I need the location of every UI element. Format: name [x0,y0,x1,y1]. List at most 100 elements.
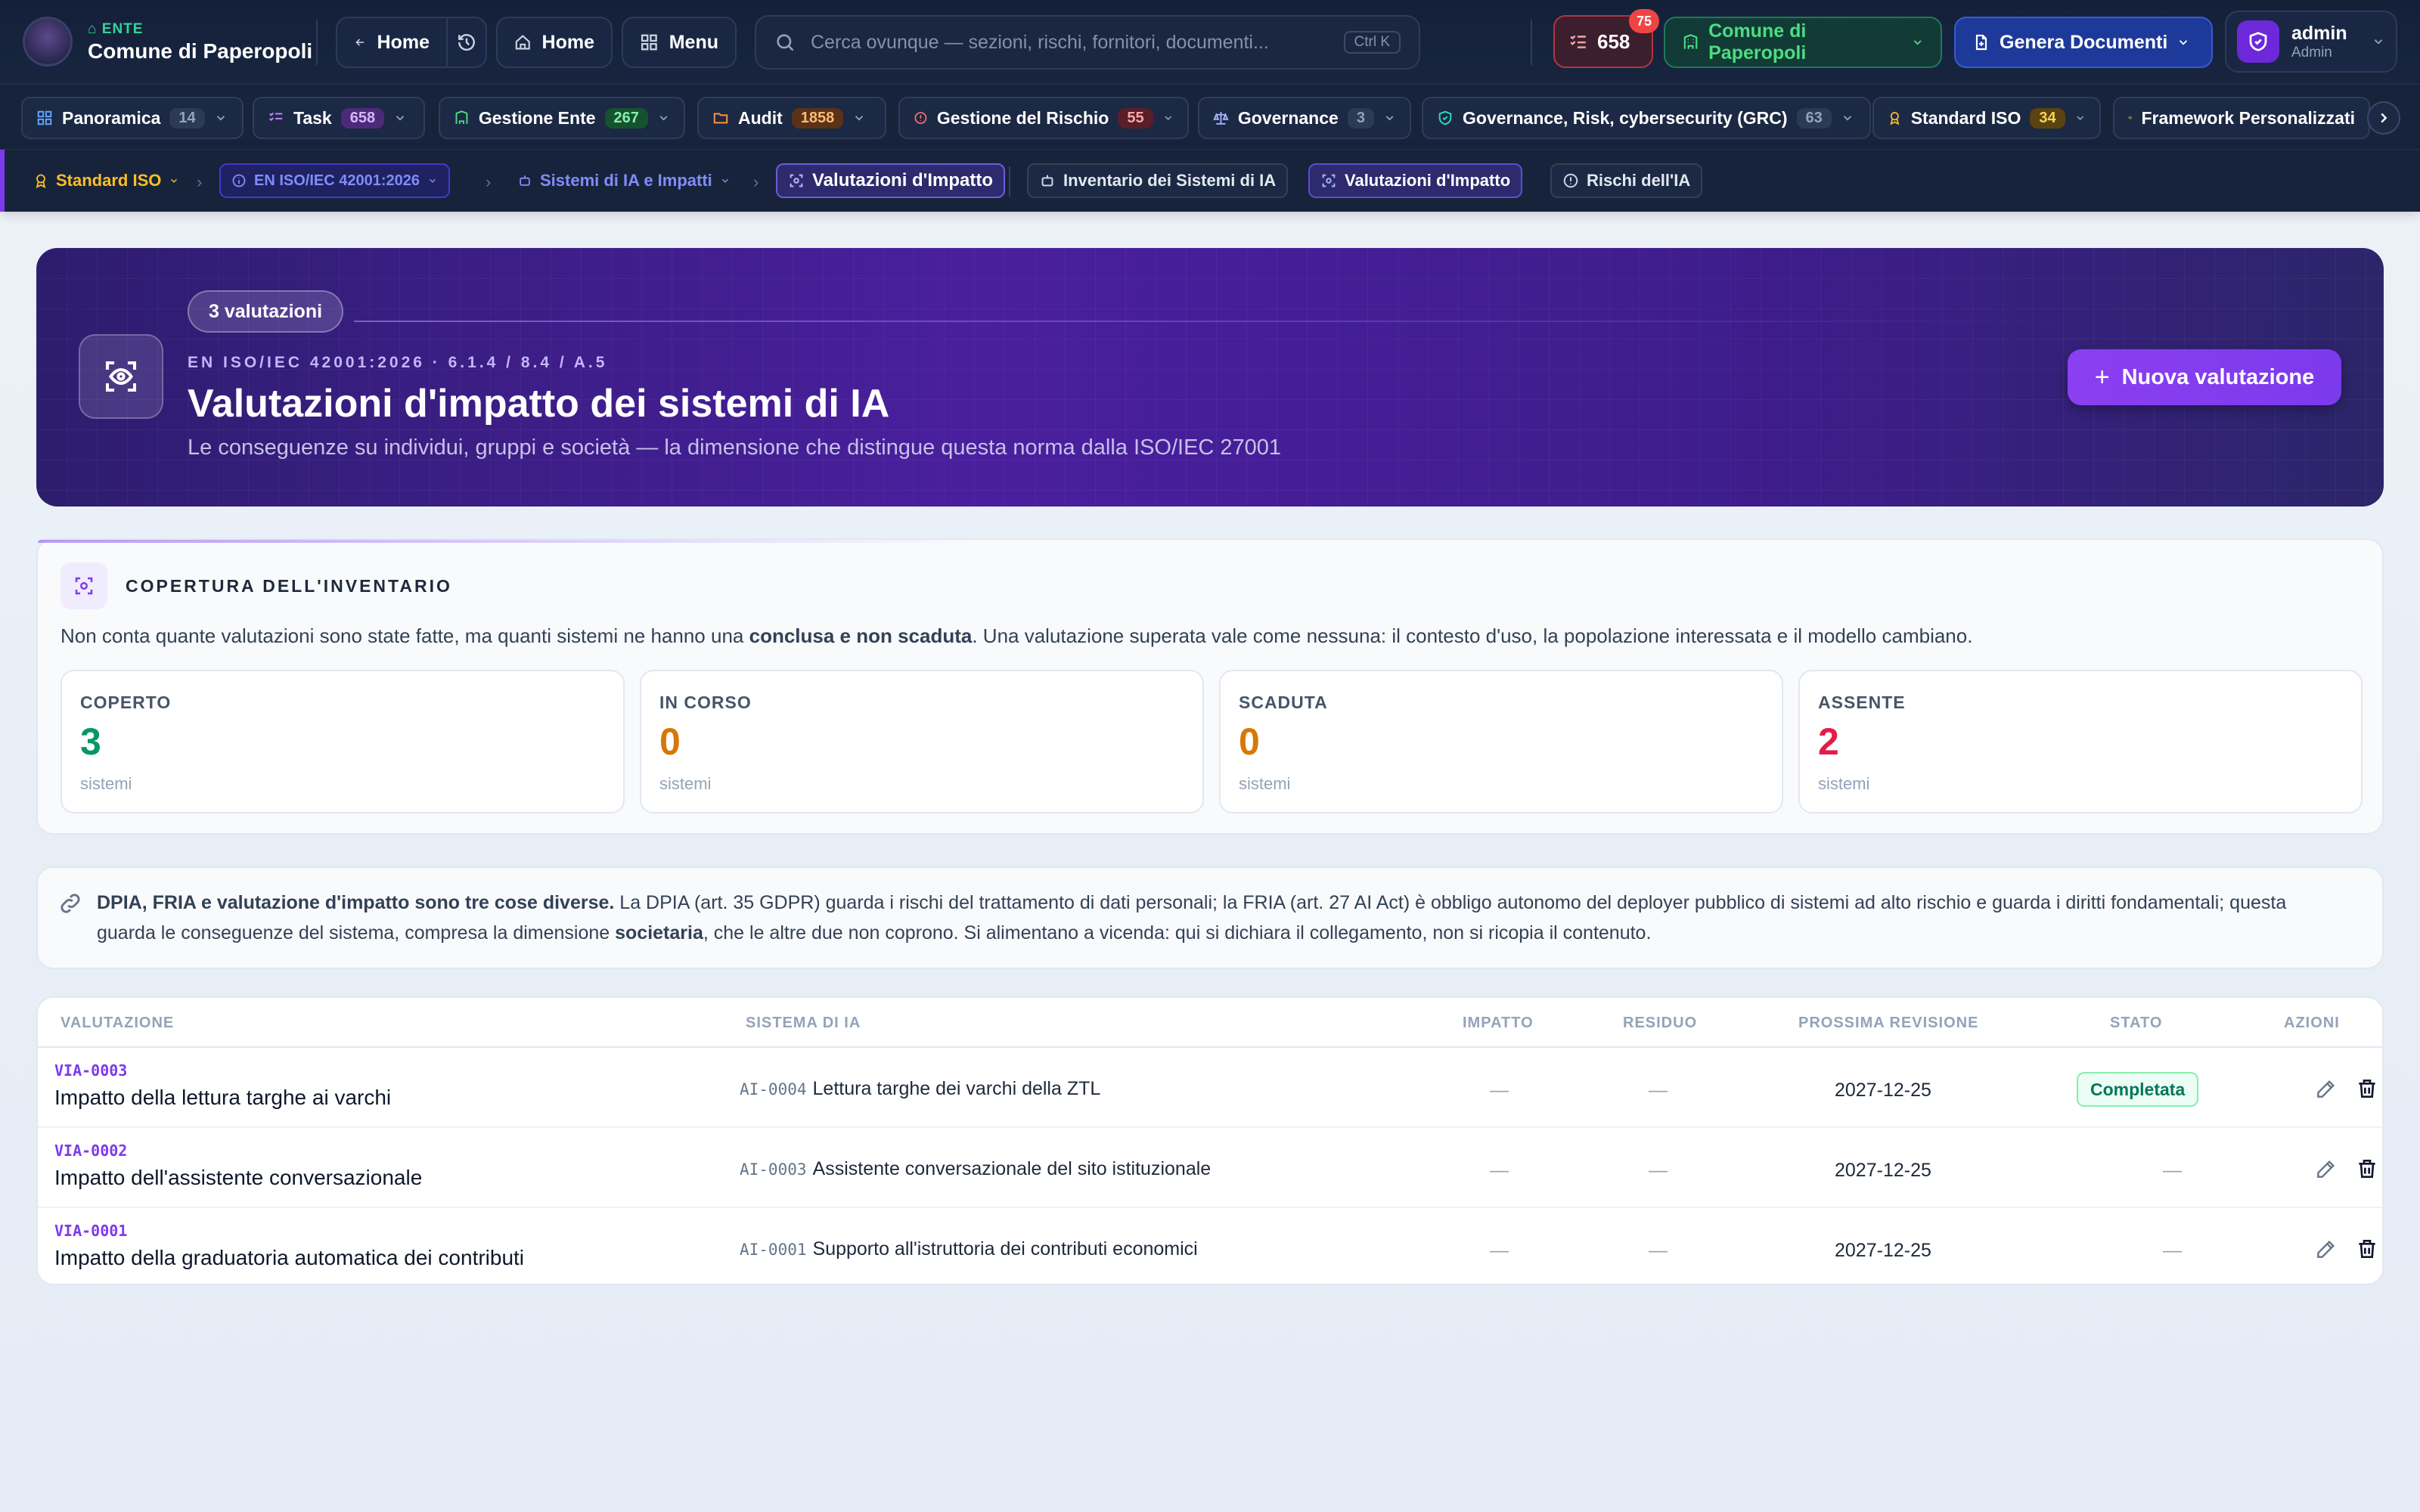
history-button[interactable] [446,17,487,68]
stat-in-corso: IN CORSO 0 sistemi [640,670,1204,813]
tabs-scroll-right-button[interactable] [2367,101,2400,135]
residual-value: — [1649,1080,1668,1101]
tab-grc[interactable]: Governance, Risk, cybersecurity (GRC) 63 [1422,97,1871,139]
chevron-down-icon [2374,39,2383,45]
chevron-down-icon [1913,40,1922,45]
stat-coperto: COPERTO 3 sistemi [60,670,625,813]
tab-gestione-rischio[interactable]: Gestione del Rischio 55 [898,97,1189,139]
assessment-id[interactable]: VIA-0003 [54,1061,127,1080]
ente-selector[interactable]: Comune di Paperopoli [1664,17,1942,68]
search-input[interactable] [811,31,1329,54]
robot-icon [520,175,530,186]
subtab-valutazioni[interactable]: Valutazioni d'Impatto [1308,163,1523,198]
breadcrumb-label: Valutazioni d'Impatto [812,170,994,191]
hero-divider [354,321,2078,322]
stat-label: COPERTO [80,692,172,712]
trash-icon[interactable] [2355,1157,2379,1181]
edit-icon[interactable] [2314,1237,2338,1261]
menu-label: Menu [669,31,718,53]
tab-panoramica[interactable]: Panoramica 14 [21,97,244,139]
tab-label: Audit [738,107,783,128]
back-home-label: Home [377,31,430,53]
stat-label: IN CORSO [659,692,752,712]
chevron-right-icon [2381,113,2387,123]
breadcrumb-sistemi-ia[interactable]: Sistemi di IA e Impatti [507,163,741,198]
tab-audit[interactable]: Audit 1858 [697,97,886,139]
breadcrumb-separator: › [753,172,759,191]
breadcrumb-label: Sistemi di IA e Impatti [540,171,712,190]
stat-value: 3 [80,720,101,763]
info-text-bold: societaria [615,922,703,943]
assessment-name[interactable]: Impatto della graduatoria automatica dei… [54,1246,524,1270]
tab-gestione-ente[interactable]: Gestione Ente 267 [439,97,685,139]
shield-check-icon [2249,32,2267,51]
eye-scan-icon [75,577,93,595]
column-header-revisione[interactable]: PROSSIMA REVISIONE [1798,1015,1978,1032]
breadcrumb-separator: › [486,172,492,191]
assessment-name[interactable]: Impatto della lettura targhe ai varchi [54,1086,391,1110]
history-icon [458,34,475,51]
tab-count: 267 [604,107,648,129]
tab-framework-personalizzati[interactable]: Framework Personalizzati [2113,97,2370,139]
tab-task[interactable]: Task 658 [253,97,425,139]
menu-button[interactable]: Menu [622,17,737,68]
home-icon [515,35,530,50]
column-header-residuo[interactable]: RESIDUO [1623,1015,1697,1032]
table-row[interactable]: VIA-0001 Impatto della graduatoria autom… [38,1208,2382,1284]
review-date: 2027-12-25 [1835,1160,1931,1181]
search-shortcut: Ctrl K [1343,31,1401,54]
column-header-azioni: AZIONI [2284,1015,2340,1031]
award-icon [36,174,46,188]
ente-label: ⌂ ENTE [88,21,143,38]
tab-label: Gestione del Rischio [936,107,1109,128]
coverage-text-bold: conclusa e non scaduta [749,624,973,647]
new-assessment-label: Nuova valutazione [2121,364,2315,389]
column-header-valutazione[interactable]: VALUTAZIONE [60,1015,174,1032]
subtab-label: Rischi dell'IA [1587,171,1691,190]
assessment-id[interactable]: VIA-0001 [54,1222,127,1240]
column-header-sistema[interactable]: SISTEMA DI IA [746,1015,861,1032]
assessment-id[interactable]: VIA-0002 [54,1142,127,1160]
alert-circle-icon [914,112,927,124]
tab-label: Governance [1237,107,1339,128]
building-icon [1683,34,1698,49]
coverage-accent [38,540,2382,543]
subtab-rischi[interactable]: Rischi dell'IA [1550,163,1703,198]
column-header-stato[interactable]: STATO [2110,1015,2162,1032]
system-cell: AI-0003 Assistente conversazionale del si… [740,1158,1211,1180]
chevron-down-icon [659,116,668,121]
chevron-down-icon [855,116,864,121]
divider [316,20,318,65]
grid-icon [641,34,657,51]
info-text-bold: DPIA, FRIA e valutazione d'impatto sono … [97,892,615,913]
trash-icon[interactable] [2355,1077,2379,1101]
system-name: Supporto all'istruttoria dei contributi … [812,1238,1198,1259]
user-menu[interactable]: admin Admin [2225,11,2397,73]
global-search[interactable]: Ctrl K [755,15,1420,70]
assessment-name[interactable]: Impatto dell'assistente conversazionale [54,1166,422,1190]
edit-icon[interactable] [2314,1157,2338,1181]
tab-label: Standard ISO [1910,107,2021,128]
subtab-inventario[interactable]: Inventario dei Sistemi di IA [1027,163,1289,198]
table-row[interactable]: VIA-0002 Impatto dell'assistente convers… [38,1128,2382,1208]
column-header-impatto[interactable]: IMPATTO [1463,1015,1534,1032]
coverage-card: COPERTURA DELL'INVENTARIO Non conta quan… [36,538,2384,835]
home-button[interactable]: Home [496,17,613,68]
new-assessment-button[interactable]: + Nuova valutazione [2068,349,2341,405]
table-row[interactable]: VIA-0003 Impatto della lettura targhe ai… [38,1048,2382,1128]
assessments-count-pill: 3 valutazioni [188,290,344,333]
scale-icon [1213,112,1229,125]
edit-icon[interactable] [2314,1077,2338,1101]
tab-governance[interactable]: Governance 3 [1198,97,1411,139]
back-home-button[interactable]: Home [336,17,448,68]
breadcrumb-iso-42001[interactable]: EN ISO/IEC 42001:2026 [219,163,451,198]
system-code: AI-0004 [740,1080,807,1098]
subtab-label: Inventario dei Sistemi di IA [1063,171,1277,190]
generate-documents-button[interactable]: Genera Documenti [1954,17,2213,68]
trash-icon[interactable] [2355,1237,2379,1261]
breadcrumb-standard-iso[interactable]: Standard ISO [23,163,190,198]
grid-icon [37,110,52,125]
checklist-icon [269,112,283,122]
tab-standard-iso[interactable]: Standard ISO 34 [1872,97,2101,139]
arrow-left-icon [355,39,365,46]
